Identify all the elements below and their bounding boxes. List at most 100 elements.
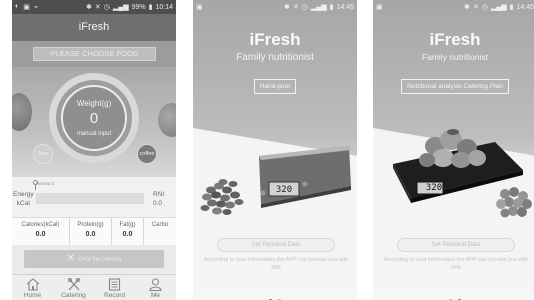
nav-label: Me — [150, 292, 161, 299]
status-time: 10:14 — [155, 3, 173, 11]
rni-description: According to your information,the APP ca… — [383, 257, 529, 271]
tagline: Family nutritionist — [421, 52, 489, 62]
nav-item-record[interactable]: Record — [94, 275, 135, 300]
nutrient-value: 0.0 — [122, 231, 133, 238]
signal-icon: ▂▄▆ — [310, 4, 327, 11]
clear-catering-label: Clear the catering — [77, 256, 122, 263]
bluetooth-icon: ✱ — [284, 4, 290, 11]
signal-icon: ▂▄▆ — [490, 4, 507, 11]
coffee-beans-image — [200, 179, 244, 215]
nutrient-cell-fat: Fat(g) 0.0 — [112, 218, 144, 245]
alarm-icon: ◷ — [103, 4, 110, 11]
mute-icon: ✕ — [472, 4, 479, 11]
energy-section: Recom.0 Energy kCal RNI 0.0 — [12, 177, 176, 217]
manual-input-link[interactable]: manual input — [63, 131, 125, 137]
status-bar: ▣ ✱ ✕ ◷ ▂▄▆ ▮ 14:45 — [193, 0, 357, 14]
image-notification-icon: ▣ — [23, 4, 31, 11]
set-personal-data-button[interactable]: Set Personal Data — [217, 238, 335, 252]
notification-icons: ◐ ▣ ⌁ — [15, 3, 39, 11]
nutrient-label: Calories(kCal) — [21, 222, 60, 228]
user-icon — [135, 275, 176, 291]
battery-icon: ▮ — [509, 4, 514, 11]
energy-unit: kCal — [16, 200, 30, 207]
clear-catering-button[interactable]: ✕ Clear the catering — [24, 250, 164, 268]
nutrient-label: Carbo — [151, 222, 169, 228]
nutrient-value: 0.0 — [85, 231, 96, 238]
record-icon — [94, 275, 135, 291]
nav-label: Catering — [61, 292, 86, 299]
nutrient-value: 0.0 — [35, 231, 46, 238]
close-icon: ✕ — [66, 253, 75, 264]
battery-icon: ▮ — [329, 4, 334, 11]
status-bar: ▣ ✱ ✕ ◷ ▂▄▆ ▮ 14:45 — [373, 0, 534, 14]
app-notification-icon: ◐ — [15, 3, 21, 10]
status-time: 14:45 — [336, 3, 354, 11]
battery-icon: ▮ — [148, 4, 153, 11]
nutrient-table: Calories(kCal) 0.0 Protein(g) 0.0 Fat(g)… — [12, 217, 176, 245]
bluetooth-icon: ✱ — [464, 4, 470, 11]
food-selector-bar: PLEASE CHOOSE FOOD — [12, 41, 176, 67]
set-personal-data-button[interactable]: Set Personal Data — [397, 238, 515, 252]
home-icon — [12, 275, 53, 291]
energy-label: Energy kCal — [13, 190, 34, 208]
rni-description: According to your information,the APP ca… — [203, 257, 349, 271]
status-bar: ◐ ▣ ⌁ ✱ ✕ ◷ ▂▄▆ 99% ▮ 10:14 — [12, 0, 176, 14]
mute-icon: ✕ — [292, 4, 299, 11]
rni-value: 0.0 — [153, 200, 163, 207]
battery-percent: 99% — [131, 3, 146, 11]
coffee-button[interactable]: coffee — [137, 144, 157, 164]
usb-icon: ⌁ — [33, 4, 40, 11]
bottom-navigation: Home Catering Record Me — [12, 274, 176, 300]
nutrient-cell-protein: Protein(g) 0.0 — [70, 218, 112, 245]
choose-food-button[interactable]: PLEASE CHOOSE FOOD — [33, 47, 156, 61]
alarm-icon: ◷ — [481, 4, 488, 11]
nav-label: Record — [104, 292, 125, 299]
bluetooth-icon: ✱ — [86, 4, 92, 11]
image-notification-icon: ▣ — [196, 4, 204, 11]
rni-title: RNI — [153, 191, 165, 198]
brand-title: iFresh — [249, 30, 301, 49]
nutrient-label: Fat(g) — [119, 222, 136, 228]
feature-pill: Hand-pour — [193, 75, 357, 94]
weight-dial: Weight(g) 0 manual input — [61, 85, 127, 151]
strawberries-image — [419, 129, 486, 168]
status-time: 14:45 — [516, 3, 534, 11]
image-notification-icon: ▣ — [376, 4, 384, 11]
page-indicator — [193, 289, 357, 300]
feature-pill-label: Hand-pour — [253, 79, 297, 94]
recommended-label: Recom.0 — [36, 181, 55, 186]
utensils-icon — [53, 275, 94, 291]
energy-progress-bar — [36, 193, 144, 204]
weight-label: Weight(g) — [76, 99, 112, 108]
tare-button[interactable]: Tare — [33, 144, 53, 164]
nutrient-label: Protein(g) — [77, 222, 104, 228]
tagline: Family nutritionist — [236, 52, 314, 63]
intro-screen-hand-pour: ▣ ✱ ✕ ◷ ▂▄▆ ▮ 14:45 iFresh Family nutrit… — [193, 0, 357, 300]
scale-display-value: 320 — [275, 185, 293, 195]
kitchen-scale-image — [200, 146, 351, 215]
alarm-icon: ◷ — [301, 4, 308, 11]
signal-icon: ▂▄▆ — [112, 4, 129, 11]
grapes-image — [496, 187, 532, 218]
brand-title: iFresh — [429, 30, 481, 49]
decor-fruit-image — [158, 103, 176, 137]
nutrient-cell-calories: Calories(kCal) 0.0 — [12, 218, 70, 245]
nav-item-catering[interactable]: Catering — [53, 275, 94, 300]
intro-screen-nutrition: ▣ ✱ ✕ ◷ ▂▄▆ ▮ 14:45 iFresh Family nutrit… — [373, 0, 534, 300]
app-title: iFresh — [12, 14, 176, 41]
scale-display-value: 320 — [425, 183, 443, 193]
weight-value: 0 — [89, 110, 99, 127]
nutrient-cell-carbo: Carbo — [144, 218, 176, 245]
weight-display-area: Weight(g) 0 manual input Tare coffee — [12, 67, 176, 177]
mute-icon: ✕ — [94, 4, 101, 11]
energy-title: Energy — [13, 191, 34, 198]
decor-fruit-image — [12, 93, 32, 131]
catering-screen: ◐ ▣ ⌁ ✱ ✕ ◷ ▂▄▆ 99% ▮ 10:14 iFresh PLEAS… — [12, 0, 176, 300]
rni-label: RNI 0.0 — [153, 190, 164, 208]
nav-item-me[interactable]: Me — [135, 275, 176, 300]
nav-label: Home — [23, 292, 42, 299]
feature-pill: Nutritional analysis Catering Plan — [373, 75, 534, 94]
nav-item-home[interactable]: Home — [12, 275, 53, 300]
page-indicator — [373, 289, 534, 300]
feature-pill-label: Nutritional analysis Catering Plan — [401, 79, 509, 94]
